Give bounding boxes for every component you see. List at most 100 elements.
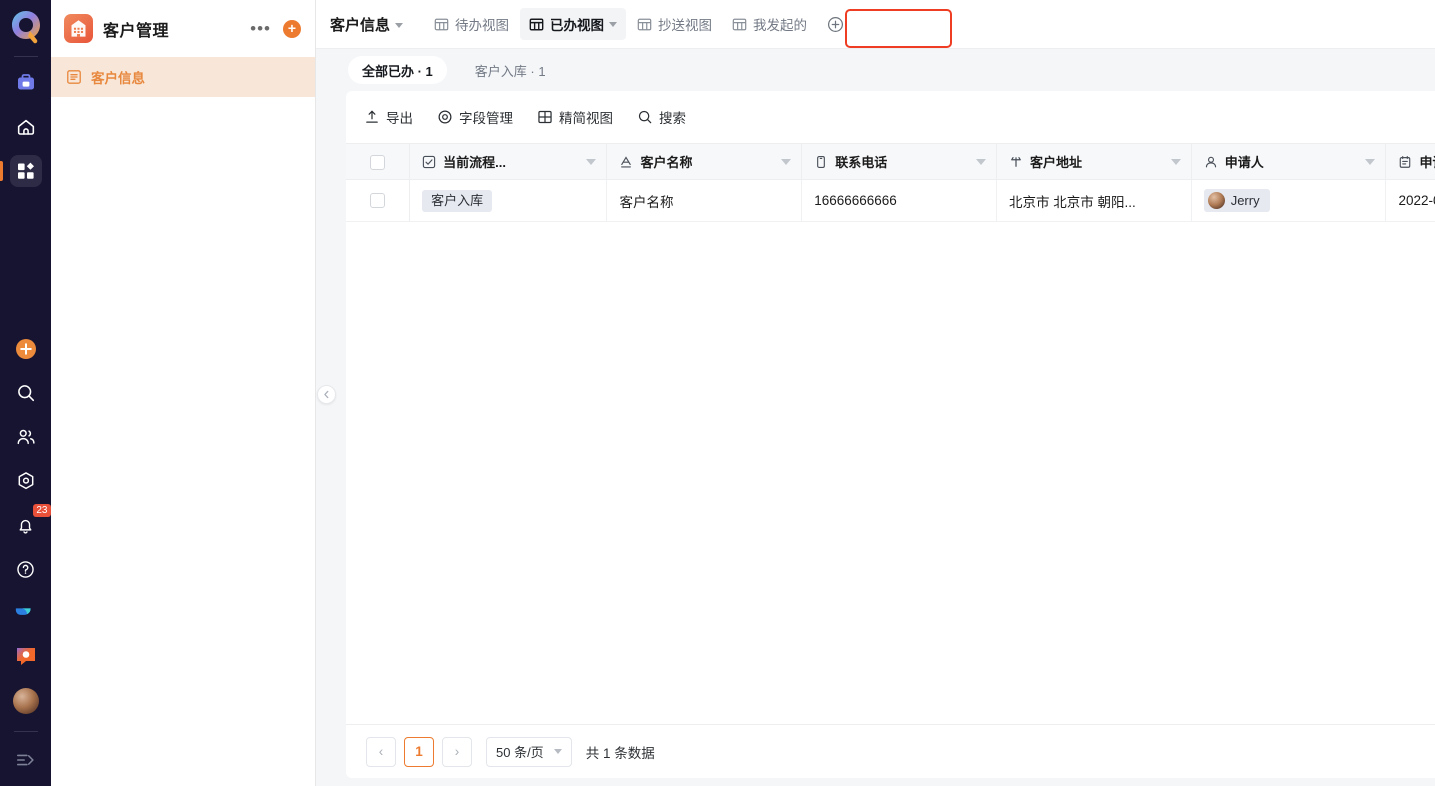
cell-phone[interactable]: 16666666666	[801, 179, 997, 222]
table-toolbar: 导出 字段管理 精简视图 搜索	[346, 91, 1435, 143]
notification-badge: 23	[33, 504, 51, 517]
rail-item-help[interactable]	[10, 553, 42, 585]
compact-view-button[interactable]: 精简视图	[537, 107, 613, 127]
nav-more-button[interactable]: •••	[242, 19, 279, 39]
column-header-current-flow[interactable]: 当前流程...	[409, 143, 608, 180]
chevron-down-icon[interactable]	[1365, 158, 1376, 165]
rail-item-home[interactable]	[10, 111, 42, 143]
field-manage-icon	[437, 109, 453, 125]
sidebar-item-customer-info[interactable]: 客户信息	[51, 57, 315, 97]
help-icon	[15, 559, 36, 580]
chevron-down-icon[interactable]	[781, 158, 792, 165]
rail-item-settings[interactable]	[10, 465, 42, 497]
collapse-sidebar-handle[interactable]	[317, 385, 336, 404]
person-chip: Jerry	[1203, 189, 1270, 212]
rail-item-contacts[interactable]	[10, 421, 42, 453]
field-manage-button[interactable]: 字段管理	[437, 107, 513, 127]
chip-all-done[interactable]: 全部已办 · 1	[348, 56, 447, 84]
sidebar-item-label: 客户信息	[91, 71, 145, 86]
phone-field-icon	[814, 155, 828, 169]
building-icon	[64, 14, 93, 43]
rail-item-expand[interactable]	[10, 744, 42, 776]
tab-done-view[interactable]: 已办视图	[520, 8, 627, 40]
table-icon	[529, 17, 544, 32]
rail-item-add[interactable]	[10, 333, 42, 365]
rail-item-apps[interactable]	[0, 155, 42, 187]
apps-icon	[16, 161, 36, 181]
chevron-down-icon	[553, 749, 562, 754]
quickapp-logo[interactable]	[7, 6, 45, 48]
checkbox-field-icon	[422, 155, 436, 169]
tab-cc-view[interactable]: 抄送视图	[628, 8, 721, 40]
table-icon	[637, 17, 652, 32]
rail-item-workspace[interactable]	[10, 67, 42, 99]
view-tabs: 待办视图 已办视图 抄送视图 我发起的	[425, 8, 848, 40]
cell-current-flow[interactable]: 客户入库	[409, 179, 608, 222]
app-title: 客户管理	[103, 22, 170, 40]
left-rail: 23	[0, 0, 51, 786]
search-button[interactable]: 搜索	[637, 107, 686, 127]
date-field-icon	[1398, 155, 1412, 169]
page-title[interactable]: 客户信息	[330, 14, 404, 35]
user-avatar	[12, 688, 39, 714]
column-header-label: 客户地址	[1029, 155, 1082, 170]
cell-applicant[interactable]: Jerry	[1191, 179, 1387, 222]
page-size-select[interactable]: 50 条/页	[486, 736, 572, 767]
cell-customer-name[interactable]: 客户名称	[606, 179, 803, 222]
notification-icon	[15, 515, 36, 536]
column-header-label: 申请人	[1224, 155, 1264, 170]
mail-app-icon	[15, 646, 37, 668]
tab-todo-view[interactable]: 待办视图	[425, 8, 518, 40]
row-select-cell[interactable]	[346, 179, 411, 222]
add-view-button[interactable]	[822, 11, 848, 37]
select-all-checkbox[interactable]	[370, 154, 386, 170]
search-icon	[637, 109, 653, 125]
row-checkbox[interactable]	[370, 193, 386, 209]
tab-label: 待办视图	[455, 18, 510, 33]
chevron-down-icon	[395, 23, 404, 29]
chevron-down-icon[interactable]	[1170, 158, 1181, 165]
column-header-phone[interactable]: 联系电话	[801, 143, 997, 180]
cell-apply-time[interactable]: 2022-02-15 10:1...	[1385, 179, 1435, 222]
contacts-icon	[15, 426, 37, 448]
text-field-icon	[619, 155, 633, 169]
next-page-button[interactable]: ›	[442, 736, 472, 767]
page-number-1[interactable]: 1	[404, 736, 434, 767]
page-size-label: 50 条/页	[496, 745, 544, 760]
rail-item-search[interactable]	[10, 377, 42, 409]
rail-item-user-avatar[interactable]	[10, 685, 42, 717]
tab-label: 抄送视图	[658, 18, 713, 33]
toolbar-label: 搜索	[659, 111, 686, 126]
chevron-down-icon[interactable]	[586, 158, 597, 165]
table-scroll-area[interactable]: 当前流程... 客户名称 联系电话 客户地址 申请人 申 客户入库 客户名称 1…	[346, 143, 1435, 724]
app-root: 23 客户管理 ••• + 客户信息 客户信息 待办视图 已办视图 抄送视图 我…	[0, 0, 1435, 786]
column-header-customer-name[interactable]: 客户名称	[606, 143, 803, 180]
settings-icon	[15, 470, 37, 492]
rail-item-mail-app[interactable]	[10, 641, 42, 673]
person-field-icon	[1204, 155, 1218, 169]
chevron-down-icon[interactable]	[975, 158, 986, 165]
app-nav-panel: 客户管理 ••• + 客户信息	[51, 0, 316, 786]
chip-customer-intake[interactable]: 客户入库 · 1	[461, 56, 560, 84]
nav-add-button[interactable]: +	[283, 19, 301, 38]
table-icon	[732, 17, 747, 32]
export-button[interactable]: 导出	[364, 107, 413, 127]
tab-my-submissions[interactable]: 我发起的	[723, 8, 816, 40]
main-area: 客户信息 待办视图 已办视图 抄送视图 我发起的 全部已办 · 1 客户入库 ·…	[316, 0, 1435, 786]
select-all-header[interactable]	[346, 143, 411, 180]
rail-divider	[13, 56, 38, 57]
export-icon	[364, 109, 380, 125]
toolbar-label: 导出	[386, 111, 413, 126]
prev-page-button[interactable]: ‹	[366, 736, 396, 767]
column-header-apply-time[interactable]: 申请时间	[1385, 143, 1435, 180]
cell-address[interactable]: 北京市 北京市 朝阳...	[996, 179, 1192, 222]
records-table: 当前流程... 客户名称 联系电话 客户地址 申请人 申 客户入库 客户名称 1…	[346, 143, 1435, 222]
rail-item-notifications[interactable]: 23	[10, 504, 51, 541]
home-icon	[15, 116, 37, 138]
column-header-applicant[interactable]: 申请人	[1191, 143, 1387, 180]
chevron-down-icon[interactable]	[609, 21, 618, 27]
table-row[interactable]: 客户入库 客户名称 16666666666 北京市 北京市 朝阳... Jerr…	[346, 179, 1435, 222]
column-header-address[interactable]: 客户地址	[996, 143, 1192, 180]
rail-item-cloud-app[interactable]	[10, 597, 42, 629]
top-bar: 客户信息 待办视图 已办视图 抄送视图 我发起的	[316, 0, 1435, 49]
